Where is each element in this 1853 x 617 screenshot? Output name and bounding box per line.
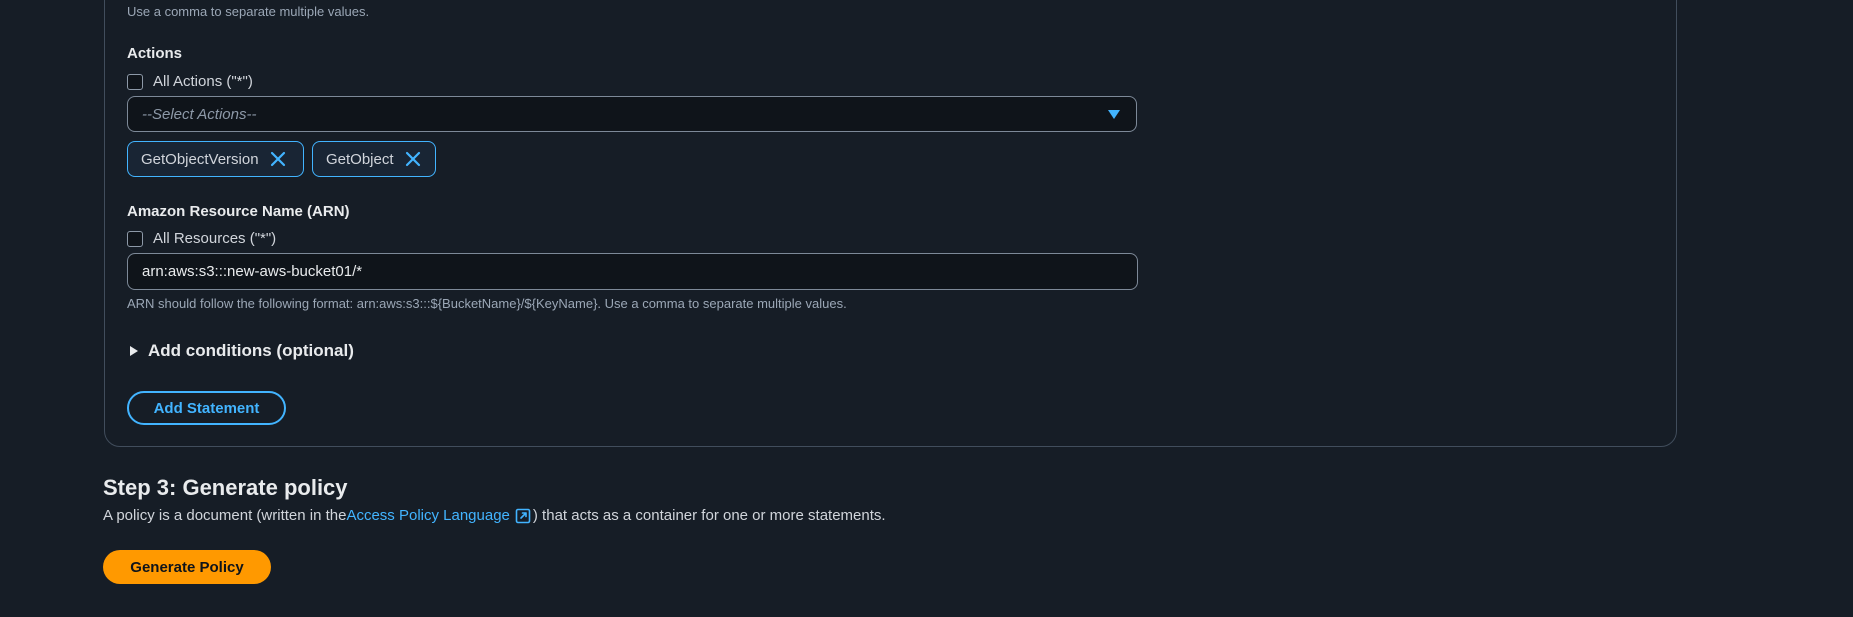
all-resources-checkbox[interactable] <box>127 230 143 247</box>
all-actions-checkbox-row[interactable]: All Actions ("*") <box>127 73 253 90</box>
external-link-icon[interactable] <box>515 508 531 524</box>
statement-panel <box>104 0 1677 447</box>
token-label: GetObjectVersion <box>141 150 259 168</box>
actions-label: Actions <box>127 45 183 62</box>
actions-select[interactable]: --Select Actions-- <box>127 96 1137 132</box>
add-conditions-toggle[interactable]: Add conditions (optional) <box>130 341 354 361</box>
access-policy-language-link[interactable]: Access Policy Language <box>346 507 509 524</box>
caret-right-icon <box>130 346 138 356</box>
policy-generator-page: Use a comma to separate multiple values.… <box>0 0 1853 617</box>
step3-description: A policy is a document (written in the A… <box>103 507 886 524</box>
arn-label: Amazon Resource Name (ARN) <box>127 203 350 220</box>
all-actions-checkbox[interactable] <box>127 73 143 90</box>
add-statement-button[interactable]: Add Statement <box>127 391 286 425</box>
action-token-getobject: GetObject <box>312 141 436 177</box>
all-actions-label: All Actions ("*") <box>153 73 253 90</box>
step3-desc-suffix: ) that acts as a container for one or mo… <box>532 507 886 524</box>
step3-title: Step 3: Generate policy <box>103 475 348 500</box>
all-resources-checkbox-row[interactable]: All Resources ("*") <box>127 230 276 247</box>
generate-policy-button[interactable]: Generate Policy <box>103 550 271 584</box>
all-resources-label: All Resources ("*") <box>153 230 277 247</box>
add-conditions-label: Add conditions (optional) <box>148 341 354 360</box>
arn-input[interactable]: arn:aws:s3:::new-aws-bucket01/* <box>127 253 1138 290</box>
close-icon[interactable] <box>269 150 287 168</box>
step3-desc-prefix: A policy is a document (written in the <box>103 507 347 524</box>
arn-format-hint: ARN should follow the following format: … <box>127 296 847 311</box>
caret-down-icon <box>1108 110 1120 119</box>
close-icon[interactable] <box>404 150 422 168</box>
token-label: GetObject <box>326 150 394 168</box>
arn-input-value: arn:aws:s3:::new-aws-bucket01/* <box>142 263 363 280</box>
values-hint: Use a comma to separate multiple values. <box>127 4 370 19</box>
action-token-getobjectversion: GetObjectVersion <box>127 141 304 177</box>
actions-select-placeholder: --Select Actions-- <box>142 105 257 123</box>
